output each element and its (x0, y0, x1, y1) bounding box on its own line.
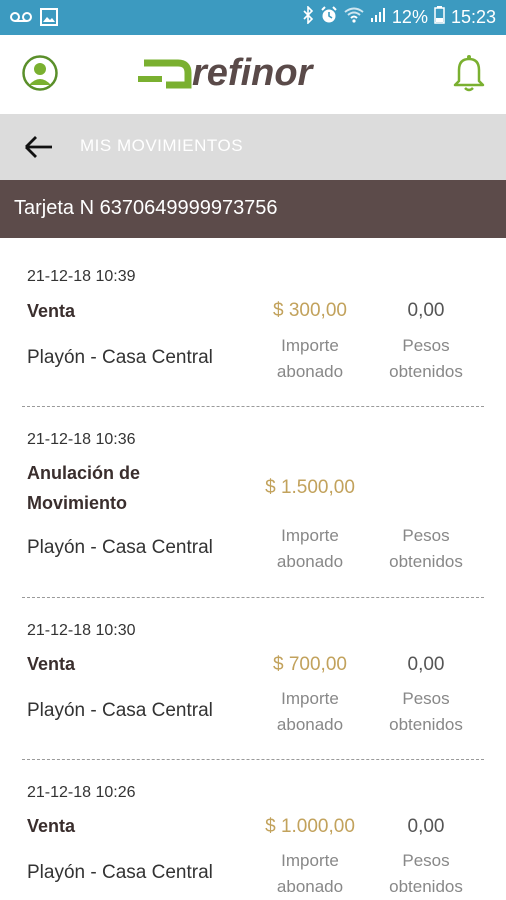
status-bar: 12% 15:23 (0, 0, 506, 35)
logo-text: refinor (192, 52, 315, 94)
points-label: Pesos obtenidos (371, 686, 481, 738)
wifi-icon (344, 7, 364, 28)
movements-list: 21-12-18 10:39 Venta $ 300,00 0,00 Playó… (0, 238, 506, 900)
movement-place: Playón - Casa Central (27, 347, 213, 368)
movement-amount: $ 300,00 (273, 300, 347, 321)
status-right: 12% 15:23 (302, 5, 496, 29)
points-label-line: obtenidos (389, 552, 463, 571)
signal-icon (370, 7, 386, 28)
battery-icon (434, 6, 445, 29)
movement-place: Playón - Casa Central (27, 700, 213, 721)
points-label: Pesos obtenidos (371, 523, 481, 575)
amount-label-line: abonado (276, 877, 344, 896)
movement-date: 21-12-18 10:26 (27, 784, 136, 801)
bluetooth-icon (302, 5, 314, 29)
amount-label-line: Importe (281, 689, 339, 708)
movement-place: Playón - Casa Central (27, 862, 213, 883)
battery-percent: 12% (391, 7, 428, 27)
bell-icon[interactable] (451, 53, 487, 93)
movement-amount: $ 1.500,00 (265, 477, 355, 498)
back-arrow-icon[interactable] (22, 132, 56, 162)
image-icon (40, 8, 58, 31)
movement-date: 21-12-18 10:30 (27, 622, 136, 639)
amount-label-line: abonado (276, 552, 344, 571)
points-label-line: obtenidos (389, 877, 463, 896)
points-label-line: Pesos (402, 526, 450, 545)
status-left (10, 8, 58, 31)
amount-label: Importe abonado (250, 686, 370, 738)
title-bar: MIS MOVIMIENTOS (0, 114, 506, 180)
amount-label: Importe abonado (250, 848, 370, 900)
movement-points: 0,00 (407, 654, 445, 675)
list-item[interactable]: 21-12-18 10:36 Anulación de Movimiento $ … (22, 407, 484, 598)
alarm-icon (320, 6, 338, 29)
movement-type-line: Movimiento (27, 493, 128, 513)
points-label-line: obtenidos (389, 362, 463, 381)
page-title: MIS MOVIMIENTOS (80, 136, 244, 155)
card-number: Tarjeta N 6370649999973756 (14, 197, 278, 219)
movement-date: 21-12-18 10:39 (27, 268, 136, 285)
amount-label-line: abonado (276, 362, 344, 381)
list-item[interactable]: 21-12-18 10:39 Venta $ 300,00 0,00 Playó… (22, 238, 484, 407)
refinor-logo: refinor (136, 49, 336, 99)
clock: 15:23 (450, 7, 496, 27)
movement-points: 0,00 (407, 300, 445, 321)
card-number-bar: Tarjeta N 6370649999973756 (0, 180, 506, 238)
movement-amount: $ 700,00 (273, 654, 347, 675)
points-label-line: obtenidos (389, 715, 463, 734)
points-label-line: Pesos (402, 336, 450, 355)
list-item[interactable]: 21-12-18 10:30 Venta $ 700,00 0,00 Playó… (22, 598, 484, 760)
points-label-line: Pesos (402, 689, 450, 708)
profile-avatar-icon[interactable] (22, 55, 58, 91)
movement-type: Venta (27, 816, 76, 836)
points-label: Pesos obtenidos (371, 333, 481, 385)
amount-label-line: Importe (281, 526, 339, 545)
voicemail-icon (10, 10, 32, 29)
movement-type: Venta (27, 654, 76, 674)
list-item[interactable]: 21-12-18 10:26 Venta $ 1.000,00 0,00 Pla… (22, 760, 484, 900)
movement-points: 0,00 (407, 816, 445, 837)
amount-label-line: Importe (281, 336, 339, 355)
app-header: refinor (0, 35, 506, 114)
movement-amount: $ 1.000,00 (265, 816, 355, 837)
movement-type: Anulación de Movimiento (27, 458, 140, 518)
amount-label: Importe abonado (250, 333, 370, 385)
movement-type: Venta (27, 301, 76, 321)
points-label: Pesos obtenidos (371, 848, 481, 900)
movement-date: 21-12-18 10:36 (27, 431, 136, 448)
amount-label: Importe abonado (250, 523, 370, 575)
points-label-line: Pesos (402, 851, 450, 870)
movement-type-line: Anulación de (27, 463, 141, 483)
amount-label-line: Importe (281, 851, 339, 870)
amount-label-line: abonado (276, 715, 344, 734)
movement-place: Playón - Casa Central (27, 537, 213, 558)
